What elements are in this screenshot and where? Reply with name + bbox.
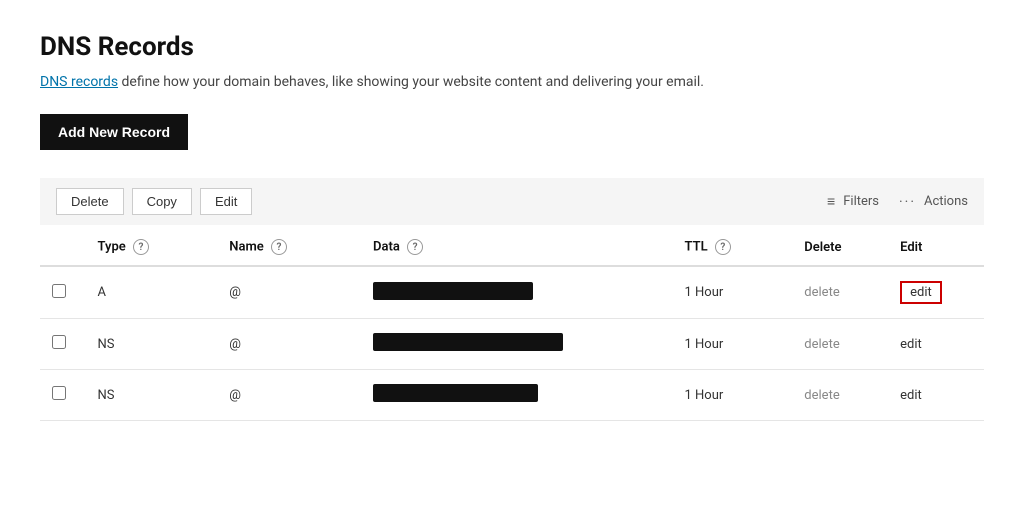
- filter-icon: ≡: [827, 193, 835, 210]
- row-checkbox-0[interactable]: [52, 284, 66, 298]
- delete-action-1[interactable]: delete: [804, 337, 839, 352]
- dns-records-table: Type ? Name ? Data ? TTL ? Delete Edit: [40, 225, 984, 421]
- row-data-1: [361, 319, 672, 370]
- row-ttl-0: 1 Hour: [673, 266, 793, 319]
- row-delete-1: delete: [792, 319, 888, 370]
- delete-action-0[interactable]: delete: [804, 285, 839, 300]
- dns-records-link[interactable]: DNS records: [40, 74, 118, 90]
- row-checkbox-1[interactable]: [52, 335, 66, 349]
- row-checkbox-2[interactable]: [52, 386, 66, 400]
- row-edit-0: edit: [888, 266, 984, 319]
- actions-button[interactable]: ··· Actions: [899, 194, 968, 210]
- edit-action-2[interactable]: edit: [900, 388, 922, 403]
- delete-button[interactable]: Delete: [56, 188, 124, 215]
- col-header-check: [40, 225, 86, 266]
- toolbar: Delete Copy Edit ≡ Filters ··· Actions: [40, 178, 984, 225]
- delete-action-2[interactable]: delete: [804, 388, 839, 403]
- actions-dots-icon: ···: [899, 194, 916, 210]
- col-header-ttl: TTL ?: [673, 225, 793, 266]
- filters-button[interactable]: ≡ Filters: [827, 193, 879, 210]
- page-title: DNS Records: [40, 32, 984, 62]
- row-edit-1: edit: [888, 319, 984, 370]
- table-row: A @ 1 Hour delete edit: [40, 266, 984, 319]
- col-header-edit: Edit: [888, 225, 984, 266]
- add-new-record-button[interactable]: Add New Record: [40, 114, 188, 150]
- edit-action-0[interactable]: edit: [900, 281, 942, 304]
- row-type-1: NS: [86, 319, 218, 370]
- row-name-0: @: [217, 266, 361, 319]
- ttl-help-icon[interactable]: ?: [715, 239, 731, 255]
- edit-button[interactable]: Edit: [200, 188, 252, 215]
- col-header-delete: Delete: [792, 225, 888, 266]
- redacted-data-0: [373, 282, 533, 300]
- row-data-0: [361, 266, 672, 319]
- row-delete-0: delete: [792, 266, 888, 319]
- row-data-2: [361, 370, 672, 421]
- col-header-name: Name ?: [217, 225, 361, 266]
- row-type-0: A: [86, 266, 218, 319]
- row-checkbox-cell: [40, 370, 86, 421]
- redacted-data-2: [373, 384, 538, 402]
- table-row: NS @ 1 Hour delete edit: [40, 370, 984, 421]
- row-name-1: @: [217, 319, 361, 370]
- row-ttl-2: 1 Hour: [673, 370, 793, 421]
- name-help-icon[interactable]: ?: [271, 239, 287, 255]
- row-checkbox-cell: [40, 319, 86, 370]
- toolbar-left: Delete Copy Edit: [56, 188, 252, 215]
- row-ttl-1: 1 Hour: [673, 319, 793, 370]
- row-edit-2: edit: [888, 370, 984, 421]
- row-delete-2: delete: [792, 370, 888, 421]
- data-help-icon[interactable]: ?: [407, 239, 423, 255]
- toolbar-right: ≡ Filters ··· Actions: [827, 193, 968, 210]
- row-type-2: NS: [86, 370, 218, 421]
- edit-action-1[interactable]: edit: [900, 337, 922, 352]
- copy-button[interactable]: Copy: [132, 188, 192, 215]
- row-name-2: @: [217, 370, 361, 421]
- type-help-icon[interactable]: ?: [133, 239, 149, 255]
- row-checkbox-cell: [40, 266, 86, 319]
- redacted-data-1: [373, 333, 563, 351]
- table-row: NS @ 1 Hour delete edit: [40, 319, 984, 370]
- col-header-type: Type ?: [86, 225, 218, 266]
- page-description: DNS records define how your domain behav…: [40, 74, 984, 90]
- col-header-data: Data ?: [361, 225, 672, 266]
